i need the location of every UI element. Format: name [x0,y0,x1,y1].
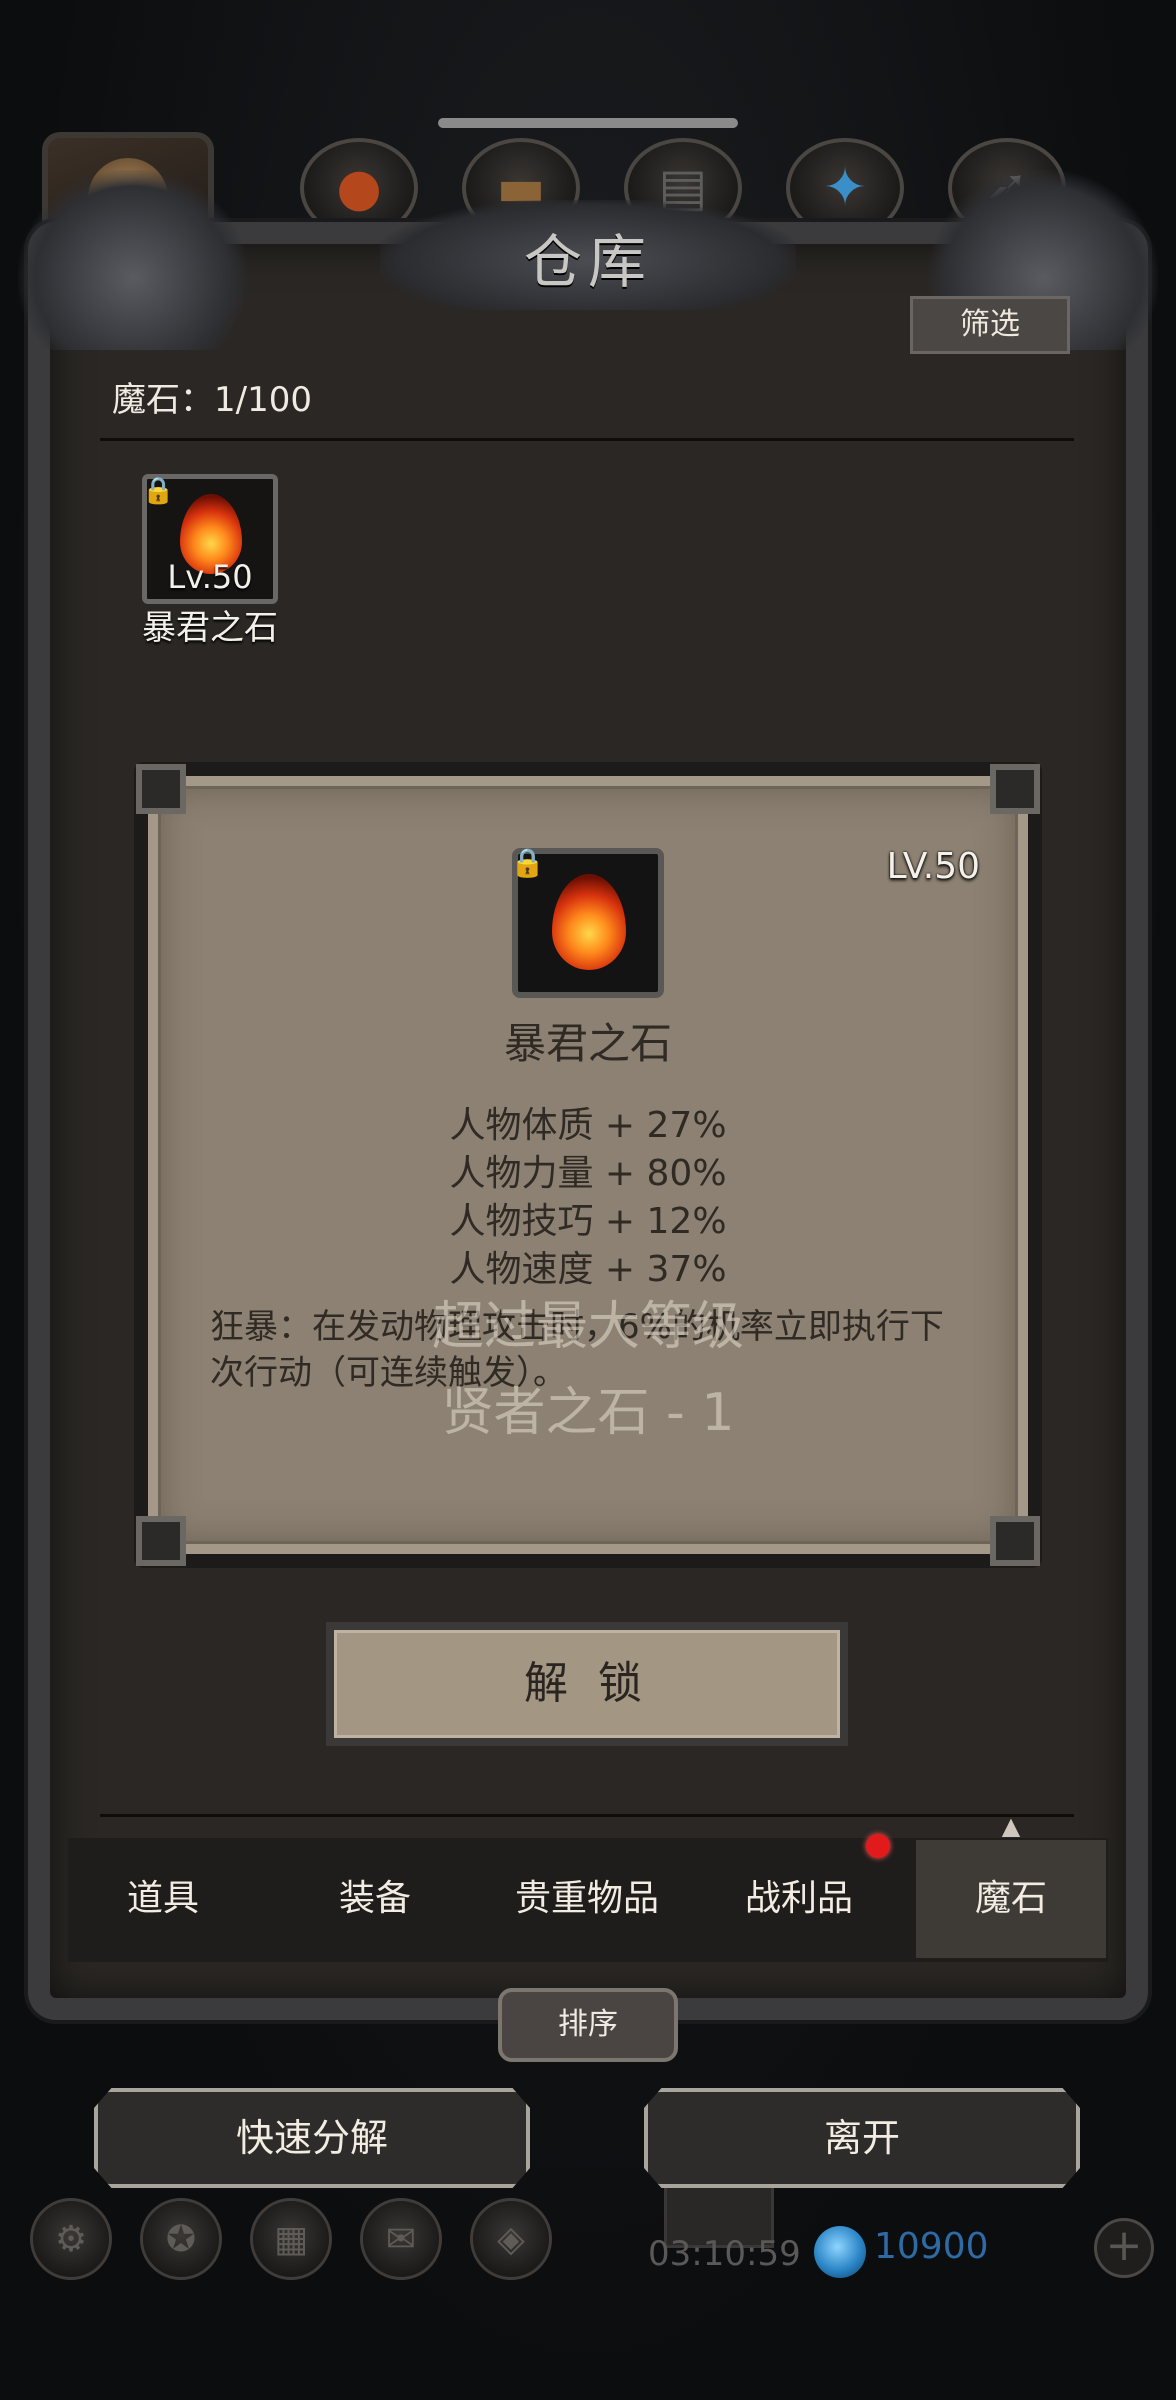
dragon-ornament-left [18,170,248,350]
card-corner [136,1516,186,1566]
active-tab-marker-icon: ▲ [1001,1812,1021,1840]
gem-icon [814,2226,866,2278]
stat-line: 人物体质 + 27% [449,1105,727,1146]
divider [100,1814,1074,1817]
card-corner [136,764,186,814]
filter-button[interactable]: 筛选 [910,296,1070,354]
star-icon[interactable]: ✪ [140,2198,222,2280]
lock-icon: 🔒 [510,846,545,879]
mail-icon[interactable]: ✉ [360,2198,442,2280]
item-level: Lv.50 [167,558,253,596]
max-level-toast: 超过最大等级 [431,1297,744,1357]
card-corner [990,1516,1040,1566]
tab-magic-stone[interactable]: 魔石 [916,1840,1106,1958]
card-corner [990,764,1040,814]
detail-level: LV.50 [886,846,980,887]
tab-equipment[interactable]: 装备 [280,1840,470,1958]
tab-loot[interactable]: 战利品 [704,1840,894,1958]
currency-amount: 10900 [874,2226,989,2267]
map-icon[interactable]: ▦ [250,2198,332,2280]
lock-icon: 🔒 [142,476,175,506]
top-handle [438,118,738,128]
quick-decompose-button[interactable]: 快速分解 [94,2088,530,2188]
leave-button[interactable]: 离开 [644,2088,1080,2188]
tab-valuables[interactable]: 贵重物品 [492,1840,682,1958]
settings-icon[interactable]: ⚙ [30,2198,112,2280]
magic-stone-count: 魔石：1/100 [112,380,312,420]
stat-line: 人物力量 + 80% [449,1153,727,1194]
unlock-button[interactable]: 解 锁 [326,1622,848,1746]
divider [100,438,1074,441]
timer: 03:10:59 [648,2234,801,2274]
tab-items[interactable]: 道具 [68,1840,258,1958]
cube-icon[interactable]: ◈ [470,2198,552,2280]
add-currency-button[interactable]: + [1094,2218,1154,2278]
detail-name: 暴君之石 [503,1019,672,1068]
notification-badge [866,1834,890,1858]
item-name: 暴君之石 [142,608,278,648]
page-title: 仓库 [523,228,652,296]
stat-line: 人物技巧 + 12% [449,1201,727,1242]
sage-stone-toast: 贤者之石 - 1 [441,1383,735,1443]
sort-button[interactable]: 排序 [498,1988,678,2062]
